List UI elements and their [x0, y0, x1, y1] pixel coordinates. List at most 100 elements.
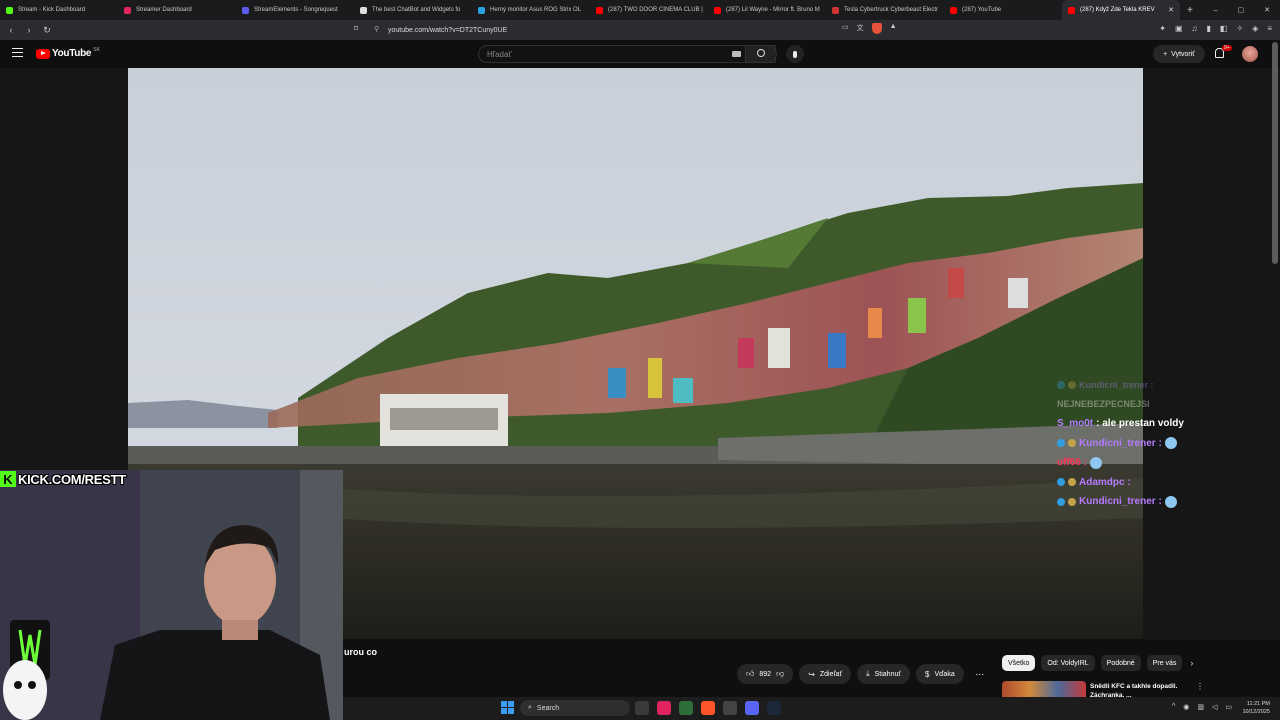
battery-icon[interactable]: ▭ [1225, 703, 1232, 711]
chat-badge-icon [1057, 380, 1065, 389]
sidebar-icon[interactable]: ▮ [1207, 24, 1211, 33]
extensions-icon[interactable]: ✦ [1159, 24, 1166, 33]
search-input[interactable]: Hľadať [478, 45, 776, 63]
bookmark-icon[interactable]: ⌑ [354, 24, 358, 33]
windows-start-icon[interactable] [501, 701, 514, 714]
browser-tab[interactable]: (287) YouTube [944, 0, 1062, 20]
recommendation-title[interactable]: Snědli KFC a takhle dopadli. Záchranka, … [1090, 682, 1190, 698]
taskbar-search[interactable]: ⌕ Search [520, 700, 630, 716]
browser-tab[interactable]: (287) TWO DOOR CINEMA CLUB | [590, 0, 708, 20]
voice-search-icon[interactable] [786, 45, 804, 63]
cast-icon[interactable]: ▭ [842, 23, 849, 34]
chat-badge-icon [1057, 497, 1065, 506]
discord-icon[interactable] [745, 701, 759, 715]
video-title: urou co [344, 647, 377, 657]
filter-chip[interactable]: Všetko [1002, 655, 1036, 671]
recommendation-menu-icon[interactable]: ⋮ [1196, 682, 1204, 691]
clock-time: 11:21 PM [1246, 701, 1270, 707]
dislike-icon[interactable]: 👎︎ [776, 669, 784, 679]
close-window-button[interactable]: ✕ [1264, 6, 1270, 14]
url-field[interactable]: ⚲ youtube.com/watch?v=DT2TCuny0UE [370, 22, 910, 38]
chat-badge-icon [1057, 439, 1065, 448]
page-scrollbar[interactable] [1272, 42, 1278, 264]
more-actions-button[interactable]: ⋯ [970, 664, 990, 684]
chips-next-icon[interactable]: › [1190, 658, 1193, 668]
steam-icon[interactable] [767, 701, 781, 715]
vpn-icon[interactable]: ◈ [1252, 24, 1258, 33]
share-button[interactable]: ↪ Zdieľať [799, 664, 852, 684]
filter-chip[interactable]: Pre vás [1146, 655, 1183, 671]
forward-icon[interactable]: › [22, 25, 36, 35]
url-actions: ▭ 文 ▲ [842, 23, 897, 34]
download-label: Stiahnuť [874, 670, 901, 678]
screenshot-icon[interactable]: ▣ [1175, 24, 1183, 33]
brave-shield-icon[interactable] [871, 23, 882, 34]
kick-icon: K [0, 471, 16, 487]
like-icon[interactable]: 👍︎ [746, 669, 754, 679]
system-clock[interactable]: 11:21 PM 10/12/2025 [1242, 700, 1270, 716]
filter-chip[interactable]: Od: VoldyIRL [1041, 655, 1095, 671]
tab-label: The best ChatBot and Widgets fo [372, 7, 461, 13]
network-icon[interactable]: ▥ [1197, 703, 1204, 711]
tab-close-icon[interactable]: ✕ [1168, 6, 1174, 14]
filter-chip[interactable]: Podobné [1100, 655, 1141, 671]
share-icon: ↪ [808, 669, 815, 679]
app-icon[interactable] [679, 701, 693, 715]
volume-icon[interactable]: ◁ [1212, 703, 1217, 711]
browser-tab[interactable]: Streamer Dashboard [118, 0, 236, 20]
search-placeholder: Hľadať [487, 49, 512, 59]
new-tab-button[interactable]: + [1180, 5, 1200, 16]
minimize-button[interactable]: – [1214, 7, 1218, 14]
streamer-app-icon[interactable] [657, 701, 671, 715]
youtube-logo[interactable]: YouTube SK [36, 46, 100, 59]
leo-icon[interactable]: ✧ [1236, 24, 1243, 33]
address-bar: ‹ › ↻ ⌑ ⚲ youtube.com/watch?v=DT2TCuny0U… [0, 20, 1280, 40]
system-tray: ^ ◉ ▥ ◁ ▭ [1172, 703, 1232, 711]
menu-icon[interactable]: ≡ [1267, 24, 1272, 33]
chat-message: Adamdpc : [1057, 473, 1277, 493]
browser-tab[interactable]: StreamElements - Songrequest [236, 0, 354, 20]
tray-chevron-icon[interactable]: ^ [1172, 703, 1175, 711]
download-button[interactable]: ⤓ Stiahnuť [857, 664, 910, 684]
recommendation-thumbnail[interactable] [1002, 681, 1086, 697]
browser-tab[interactable]: Stream - Kick Dashboard [0, 0, 118, 20]
browser-tab[interactable]: Tesla Cybertruck Cyberbeast Electr [826, 0, 944, 20]
back-icon[interactable]: ‹ [4, 25, 18, 35]
reload-icon[interactable]: ↻ [40, 25, 54, 36]
tab-favicon-icon [6, 6, 13, 14]
mic-tray-icon[interactable]: ◉ [1183, 703, 1189, 711]
maximize-button[interactable]: ▢ [1238, 6, 1245, 14]
recommendation-chips: Všetko Od: VoldyIRL Podobné Pre vás › [1002, 655, 1193, 671]
country-code: SK [93, 46, 100, 53]
obs-icon[interactable] [723, 701, 737, 715]
browser-tab[interactable]: Herný monitor Asus ROG Strix OL [472, 0, 590, 20]
chat-overlay: Kundicni_trener : NEJNEBEZPECNEJSI S_mo0t:… [1057, 375, 1277, 512]
thanks-button[interactable]: $ Vďaka [916, 664, 964, 684]
kick-overlay-logo: K KICK.COM/RESTT [0, 470, 126, 488]
browser-tab[interactable]: (287) Lil Wayne - Mirror ft. Bruno M [708, 0, 826, 20]
browser-tab[interactable]: (287) Když Zde Tekla KREV ✕ [1062, 0, 1180, 20]
youtube-header: YouTube SK Hľadať + Vytvoriť 9+ [0, 40, 1280, 68]
rewards-icon[interactable]: ▲ [890, 23, 897, 34]
create-button[interactable]: + Vytvoriť [1153, 45, 1205, 63]
search-icon[interactable] [757, 49, 765, 57]
tab-favicon-icon [832, 6, 839, 14]
hamburger-menu-icon[interactable] [12, 48, 23, 57]
chat-message: uff66 : [1057, 453, 1277, 473]
wallet-icon[interactable]: ◧ [1220, 24, 1228, 33]
translate-icon[interactable]: 文 [857, 23, 864, 34]
brave-icon[interactable] [701, 701, 715, 715]
chat-emote-icon [1090, 456, 1102, 469]
avatar[interactable] [1242, 46, 1258, 62]
music-icon[interactable]: ♫ [1192, 24, 1198, 33]
task-view-icon[interactable] [635, 701, 649, 715]
webcam-frame [0, 470, 343, 720]
browser-tab[interactable]: The best ChatBot and Widgets fo [354, 0, 472, 20]
tab-favicon-icon [714, 6, 721, 14]
site-settings-icon[interactable]: ⚲ [374, 25, 379, 33]
keyboard-icon[interactable] [732, 51, 741, 57]
thanks-label: Vďaka [934, 670, 955, 678]
tab-label: Stream - Kick Dashboard [18, 7, 86, 13]
chat-username: Kundicni_trener : [1079, 496, 1162, 508]
tab-favicon-icon [242, 6, 249, 14]
